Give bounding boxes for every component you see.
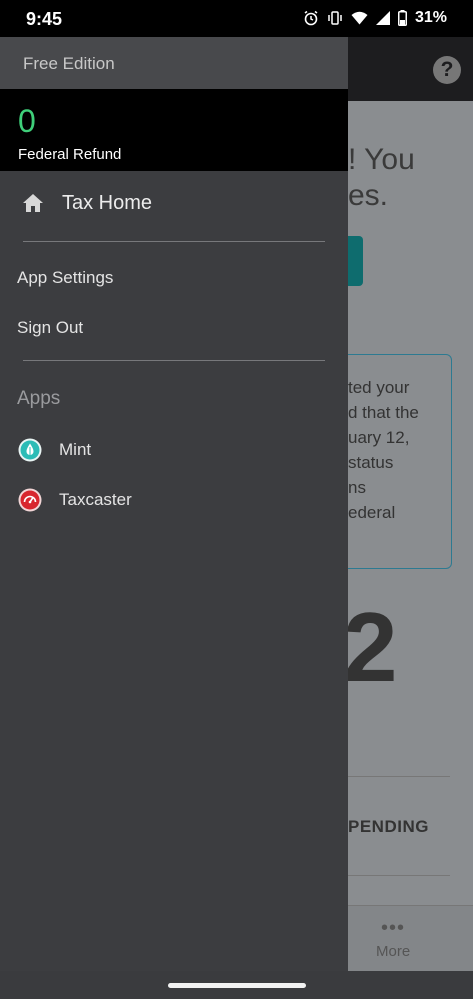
background-card-text: ted your d that the uary 12, status ns e… [348, 378, 419, 522]
background-big-number: 2 [343, 592, 398, 702]
app-settings-label: App Settings [17, 268, 114, 287]
app-item-mint[interactable]: Mint [0, 428, 348, 472]
app-item-taxcaster[interactable]: Taxcaster [0, 478, 348, 522]
battery-icon [397, 10, 407, 26]
background-pending-label: PENDING [348, 817, 429, 836]
background-hero-text: ! You es. [348, 143, 415, 212]
signal-icon [375, 11, 390, 25]
mint-icon [18, 438, 42, 462]
refund-summary[interactable]: 0 Federal Refund [0, 89, 348, 171]
apps-header: Apps [17, 388, 61, 409]
app-label: Taxcaster [59, 490, 132, 509]
tax-home-item[interactable]: Tax Home [0, 171, 348, 237]
edition-bar: Free Edition [0, 37, 348, 89]
refund-amount: 0 [18, 103, 36, 139]
vibrate-icon [327, 10, 343, 26]
edition-label: Free Edition [23, 54, 115, 73]
tax-home-label: Tax Home [62, 192, 153, 214]
taxcaster-icon [18, 488, 42, 512]
system-nav-bar [0, 971, 473, 999]
sign-out-label: Sign Out [17, 318, 84, 337]
home-icon [21, 191, 45, 215]
wifi-icon [351, 11, 368, 25]
navigation-drawer: Free Edition 0 Federal Refund Tax Home A… [0, 37, 348, 971]
status-time: 9:45 [26, 9, 63, 29]
divider [23, 360, 325, 361]
home-gesture-handle[interactable] [168, 983, 306, 988]
app-settings-item[interactable]: App Settings [0, 256, 348, 300]
more-tab-label: More [376, 943, 411, 960]
alarm-icon [303, 10, 319, 26]
status-icons: 31% [303, 9, 447, 27]
background-teal-button [348, 236, 363, 286]
refund-label: Federal Refund [18, 146, 122, 163]
sign-out-item[interactable]: Sign Out [0, 306, 348, 350]
more-icon: ••• [381, 917, 406, 939]
app-label: Mint [59, 440, 92, 459]
divider [23, 241, 325, 242]
help-icon: ? [433, 56, 461, 84]
battery-percent: 31% [414, 9, 447, 26]
status-bar: 9:45 31% [0, 0, 473, 37]
